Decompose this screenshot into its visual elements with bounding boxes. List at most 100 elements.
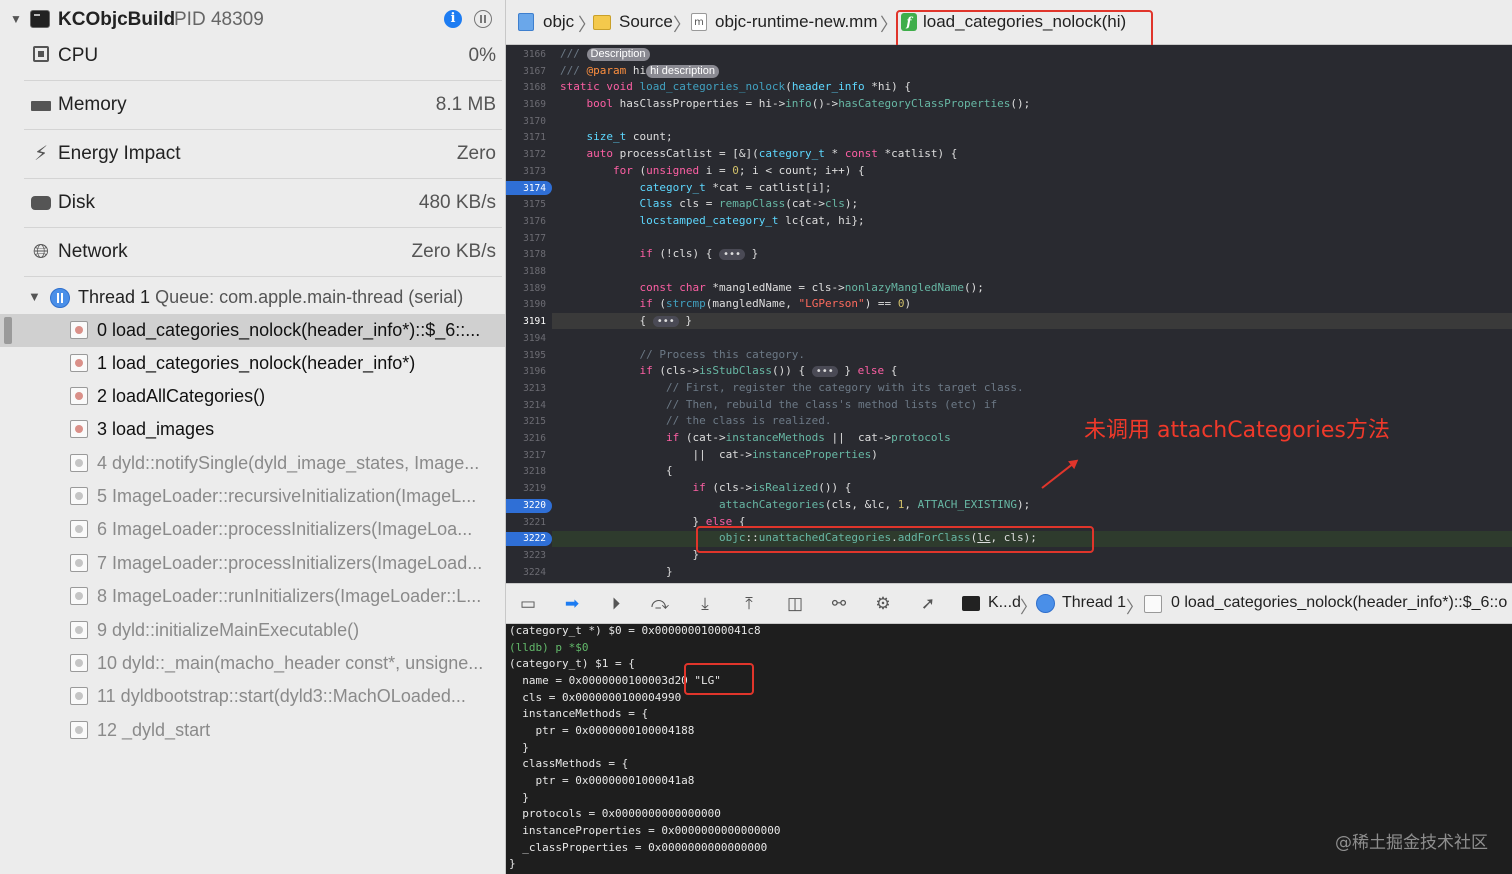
stack-frame-label: 8 ImageLoader::runInitializers(ImageLoad… bbox=[97, 586, 482, 606]
info-icon[interactable]: i bbox=[444, 10, 462, 28]
stack-frame-5[interactable]: 5 ImageLoader::recursiveInitialization(I… bbox=[0, 480, 505, 513]
globe-icon: 🌐︎ bbox=[33, 241, 49, 263]
code-line: for (unsigned i = 0; i < count; i++) { bbox=[612, 164, 865, 177]
line-number: 3191 bbox=[523, 316, 546, 327]
stack-frame-icon bbox=[1144, 595, 1162, 613]
gauge-energy[interactable]: ⚡︎ Energy Impact Zero bbox=[24, 130, 502, 179]
stack-frame-icon bbox=[70, 587, 88, 605]
debug-thread[interactable]: Thread 1 bbox=[1062, 594, 1126, 612]
stack-frame-12[interactable]: 12 _dyld_start bbox=[0, 714, 505, 747]
code-line: if (cls->isStubClass()) { ••• } else { bbox=[639, 364, 898, 377]
stack-frame-icon bbox=[70, 520, 88, 538]
thread-queue: Queue: com.apple.main-thread (serial) bbox=[155, 287, 464, 307]
disclosure-triangle-icon[interactable]: ▼ bbox=[10, 12, 22, 26]
stack-frame-3[interactable]: 3 load_images bbox=[0, 413, 505, 446]
gauge-disk[interactable]: Disk 480 KB/s bbox=[24, 179, 502, 228]
lldb-console[interactable]: (category_t *) $0 = 0x00000001000041c8 (… bbox=[506, 624, 1512, 874]
doc-badge: hi description bbox=[646, 65, 719, 78]
folded-code-icon[interactable]: ••• bbox=[652, 316, 679, 327]
current-line-highlight bbox=[552, 313, 1512, 329]
cpu-icon bbox=[30, 45, 52, 67]
breadcrumb-project[interactable]: objc bbox=[543, 12, 574, 32]
console-line: _classProperties = 0x0000000000000000 bbox=[509, 841, 768, 854]
folded-code-icon[interactable]: ••• bbox=[811, 366, 838, 377]
thread-row[interactable]: ▼ Thread 1 Queue: com.apple.main-thread … bbox=[0, 282, 505, 312]
step-over-icon[interactable]: ⤼ bbox=[649, 593, 671, 615]
environment-overrides-icon[interactable]: ⚙︎ bbox=[872, 593, 894, 615]
line-number: 3216 bbox=[523, 433, 546, 444]
view-hierarchy-icon[interactable]: ◫ bbox=[784, 593, 806, 615]
step-into-icon[interactable]: ⤓ bbox=[694, 593, 716, 615]
gauge-memory[interactable]: Memory 8.1 MB bbox=[24, 81, 502, 130]
memory-icon bbox=[30, 94, 52, 116]
hide-debug-area-icon[interactable]: ▭ bbox=[517, 593, 539, 615]
code-line: // First, register the category with its… bbox=[665, 381, 1024, 394]
terminal-icon bbox=[962, 596, 980, 611]
stack-frame-label: 6 ImageLoader::processInitializers(Image… bbox=[97, 519, 473, 539]
code-line: // the class is realized. bbox=[665, 414, 832, 427]
code-line: category_t *cat = catlist[i]; bbox=[639, 181, 832, 194]
debug-process[interactable]: K...d bbox=[988, 594, 1021, 612]
console-line: classMethods = { bbox=[509, 757, 629, 770]
stack-frame-label: 9 dyld::initializeMainExecutable() bbox=[97, 620, 360, 640]
stack-frame-4[interactable]: 4 dyld::notifySingle(dyld_image_states, … bbox=[0, 447, 505, 480]
breadcrumb-file[interactable]: objc-runtime-new.mm bbox=[715, 12, 878, 32]
memory-graph-icon[interactable]: ⚯ bbox=[828, 593, 850, 615]
watermark: @稀土掘金技术社区 bbox=[1335, 833, 1488, 853]
code-line: size_t count; bbox=[586, 130, 673, 143]
thread-icon bbox=[1036, 594, 1055, 613]
disclosure-triangle-icon[interactable]: ▼ bbox=[28, 289, 41, 304]
line-number-gutter[interactable]: 3166 3167 3168 3169 3170 3171 3172 3173 … bbox=[506, 45, 552, 583]
code-line: bool hasClassProperties = hi->info()->ha… bbox=[586, 97, 1031, 110]
stack-frame-6[interactable]: 6 ImageLoader::processInitializers(Image… bbox=[0, 513, 505, 546]
project-icon bbox=[518, 13, 534, 31]
line-number: 3167 bbox=[523, 66, 546, 77]
stack-frame-2[interactable]: 2 loadAllCategories() bbox=[0, 380, 505, 413]
line-number: 3170 bbox=[523, 116, 546, 127]
console-line: } bbox=[509, 791, 529, 804]
line-number: 3172 bbox=[523, 149, 546, 160]
line-number: 3213 bbox=[523, 383, 546, 394]
source-editor[interactable]: 3166 3167 3168 3169 3170 3171 3172 3173 … bbox=[506, 45, 1512, 583]
gauge-cpu[interactable]: CPU 0% bbox=[24, 32, 502, 81]
console-line: (category_t) $1 = { bbox=[509, 657, 635, 670]
stack-frame-1[interactable]: 1 load_categories_nolock(header_info*) bbox=[0, 347, 505, 380]
stack-frame-label: 1 load_categories_nolock(header_info*) bbox=[97, 353, 416, 373]
folded-code-icon[interactable]: ••• bbox=[718, 249, 746, 260]
console-line: } bbox=[509, 741, 529, 754]
line-number: 3171 bbox=[523, 132, 546, 143]
stack-frame-label: 10 dyld::_main(macho_header const*, unsi… bbox=[97, 653, 484, 673]
gauge-value: 8.1 MB bbox=[435, 94, 496, 115]
stack-frame-10[interactable]: 10 dyld::_main(macho_header const*, unsi… bbox=[0, 647, 505, 680]
line-number: 3222 bbox=[523, 533, 546, 544]
line-number: 3174 bbox=[523, 183, 546, 194]
console-line: (category_t *) $0 = 0x00000001000041c8 bbox=[509, 624, 761, 637]
console-line: instanceMethods = { bbox=[509, 707, 649, 720]
stack-frame-9[interactable]: 9 dyld::initializeMainExecutable() bbox=[0, 614, 505, 647]
code-line: if (cls->isRealized()) { bbox=[692, 481, 852, 494]
stack-frame-11[interactable]: 11 dyldbootstrap::start(dyld3::MachOLoad… bbox=[0, 680, 505, 713]
code-line: /// Description bbox=[560, 47, 650, 61]
breakpoints-toggle-icon[interactable]: ➡︎ bbox=[561, 593, 583, 615]
code-line: if (cat->instanceMethods || cat->protoco… bbox=[665, 431, 951, 444]
stack-frame-label: 2 loadAllCategories() bbox=[97, 386, 266, 406]
continue-icon[interactable]: ⏵︎ bbox=[605, 593, 627, 615]
pause-icon[interactable] bbox=[474, 10, 492, 28]
line-number: 3175 bbox=[523, 199, 546, 210]
console-line: } bbox=[509, 857, 516, 870]
process-name: KCObjcBuild bbox=[58, 9, 176, 30]
simulate-location-icon[interactable]: ➚ bbox=[917, 593, 939, 615]
breadcrumb-folder[interactable]: Source bbox=[619, 12, 673, 32]
stack-frame-icon bbox=[70, 354, 88, 372]
stack-frame-icon bbox=[70, 621, 88, 639]
stack-frame-7[interactable]: 7 ImageLoader::processInitializers(Image… bbox=[0, 547, 505, 580]
thread-icon bbox=[50, 288, 70, 308]
step-out-icon[interactable]: ⤒ bbox=[738, 593, 760, 615]
stack-frame-0[interactable]: 0 load_categories_nolock(header_info*)::… bbox=[0, 314, 505, 347]
app-icon bbox=[30, 10, 50, 28]
stack-frame-8[interactable]: 8 ImageLoader::runInitializers(ImageLoad… bbox=[0, 580, 505, 613]
disk-icon bbox=[30, 192, 52, 214]
gauge-network[interactable]: 🌐︎ Network Zero KB/s bbox=[24, 228, 502, 277]
debug-frame[interactable]: 0 load_categories_nolock(header_info*)::… bbox=[1171, 594, 1507, 612]
console-line: ptr = 0x0000000100004188 bbox=[509, 724, 695, 737]
